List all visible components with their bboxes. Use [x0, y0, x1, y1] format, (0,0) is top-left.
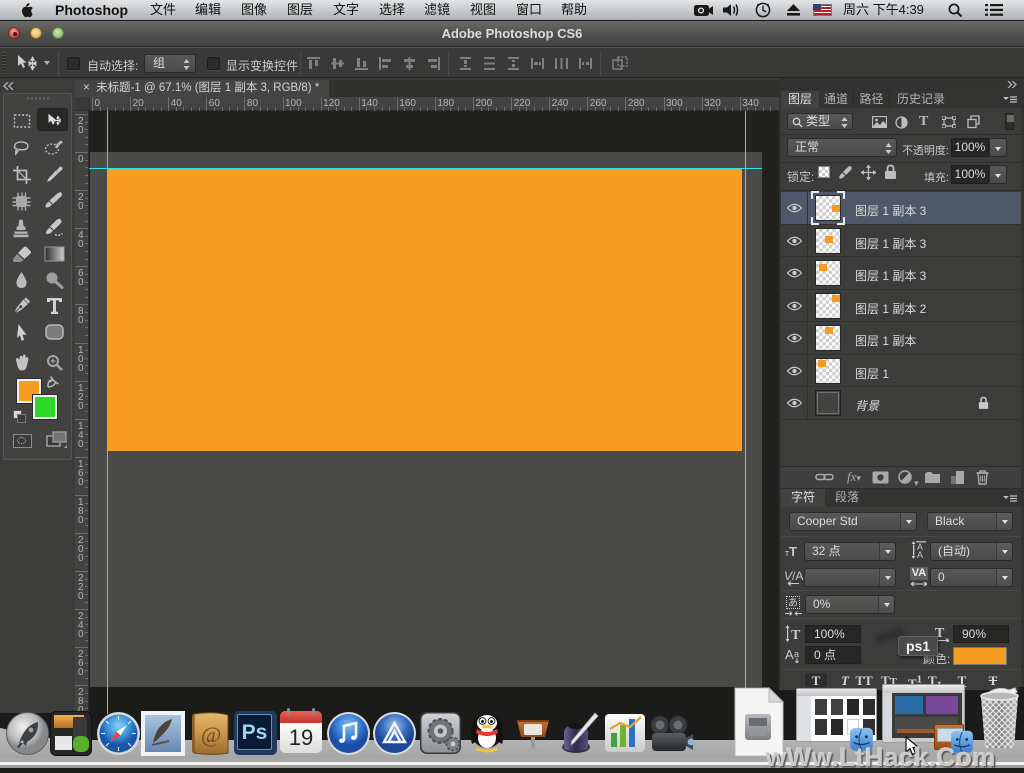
svg-text:@: @ [201, 722, 221, 747]
